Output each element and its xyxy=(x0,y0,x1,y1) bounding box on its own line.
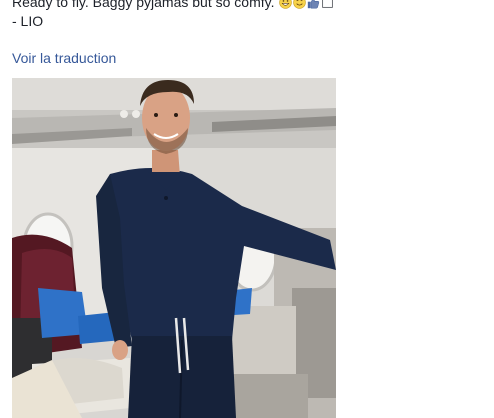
smiling-face-icon xyxy=(293,0,307,9)
see-translation-link[interactable]: Voir la traduction xyxy=(12,49,116,67)
post-message-line-1: Ready to fly. Baggy pyjamas but so comfy… xyxy=(12,0,482,12)
post-signature: - LIO xyxy=(12,13,44,29)
airplane-cabin-photo xyxy=(12,78,336,418)
grinning-face-icon xyxy=(279,0,293,9)
post-message: Ready to fly. Baggy pyjamas but so comfy… xyxy=(12,0,482,31)
thumbs-up-icon xyxy=(322,0,334,8)
post-message-text: Ready to fly. Baggy pyjamas but so comfy… xyxy=(12,0,275,10)
facebook-post: Ready to fly. Baggy pyjamas but so comfy… xyxy=(0,0,494,418)
thumbs-up-icon xyxy=(308,0,320,9)
post-photo[interactable] xyxy=(12,78,336,418)
